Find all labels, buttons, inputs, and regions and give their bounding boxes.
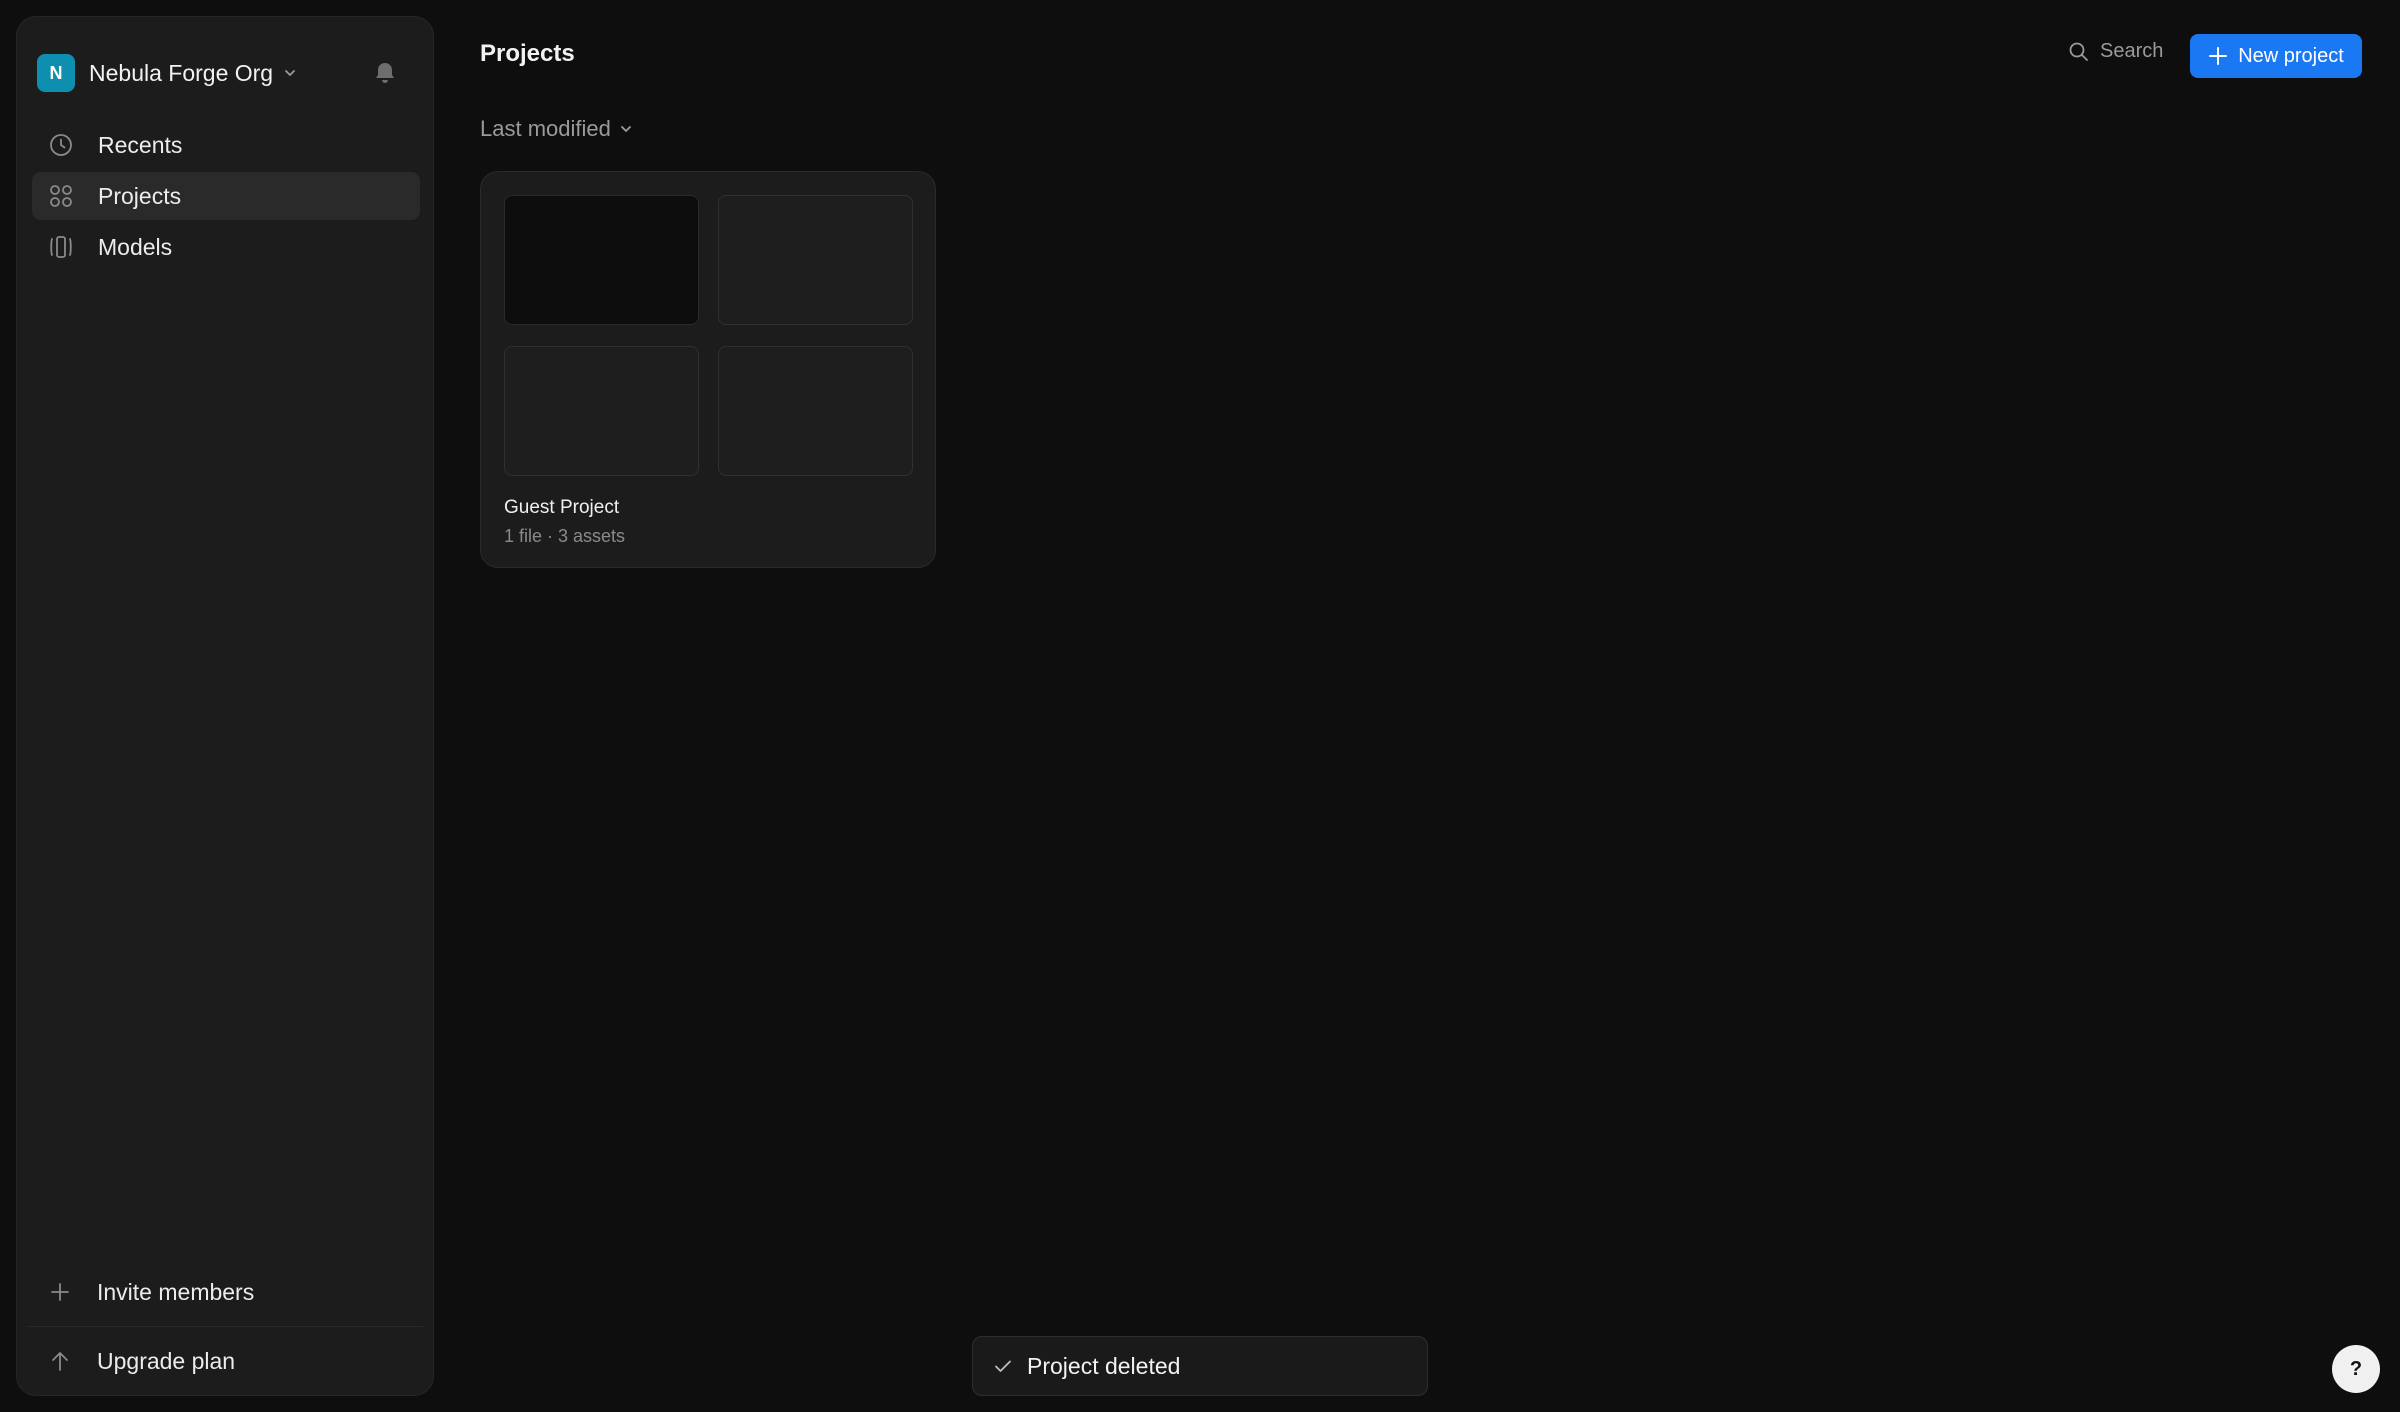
project-thumbnail-placeholder — [504, 346, 699, 476]
sidebar-item-projects[interactable]: Projects — [32, 172, 420, 220]
project-title: Guest Project — [504, 497, 620, 518]
search-icon — [2069, 42, 2088, 61]
search-button[interactable]: Search — [2068, 40, 2163, 63]
clock-icon — [50, 134, 72, 156]
sidebar-item-label: Projects — [98, 182, 182, 209]
chevron-down-icon — [620, 126, 631, 132]
sidebar-item-label: Models — [98, 233, 173, 260]
project-thumbnail-placeholder — [718, 346, 913, 476]
invite-members-label: Invite members — [97, 1278, 255, 1305]
upgrade-plan-button[interactable]: Upgrade plan — [17, 1327, 433, 1395]
project-thumbnail — [504, 195, 699, 325]
plus-icon — [51, 1283, 69, 1301]
sidebar-item-models[interactable]: Models — [32, 223, 420, 271]
check-icon — [995, 1360, 1011, 1372]
page-title: Projects — [480, 40, 575, 67]
upgrade-plan-label: Upgrade plan — [97, 1347, 236, 1374]
toast-notification: Project deleted — [972, 1336, 1428, 1396]
sidebar-footer: Invite members Upgrade plan — [17, 1258, 433, 1395]
help-button[interactable]: ? — [2332, 1345, 2380, 1393]
bell-icon[interactable] — [371, 59, 399, 87]
sidebar-item-recents[interactable]: Recents — [32, 121, 420, 169]
chevron-down-icon — [285, 70, 295, 76]
invite-members-button[interactable]: Invite members — [17, 1258, 433, 1326]
models-icon — [50, 236, 72, 258]
sort-label: Last modified — [480, 116, 611, 141]
project-meta: 1 file · 3 assets — [504, 526, 626, 546]
arrow-up-icon — [52, 1352, 68, 1371]
toast-message: Project deleted — [1027, 1352, 1181, 1379]
sidebar-nav: Recents Projects Models — [32, 121, 420, 274]
sort-dropdown[interactable]: Last modified — [480, 116, 633, 142]
project-thumbnail-placeholder — [718, 195, 913, 325]
project-card[interactable]: Guest Project 1 file · 3 assets — [480, 171, 936, 568]
new-project-button[interactable]: New project — [2190, 34, 2362, 78]
search-label: Search — [2100, 40, 2164, 62]
org-switcher[interactable]: N Nebula Forge Org — [37, 37, 413, 109]
new-project-label: New project — [2238, 44, 2344, 67]
plus-icon — [2209, 47, 2228, 65]
org-avatar: N — [37, 54, 75, 92]
sidebar: N Nebula Forge Org Recents Projects Mode… — [16, 16, 434, 1396]
grid-icon — [50, 185, 72, 207]
sidebar-item-label: Recents — [98, 131, 183, 158]
org-name: Nebula Forge Org — [89, 59, 274, 86]
